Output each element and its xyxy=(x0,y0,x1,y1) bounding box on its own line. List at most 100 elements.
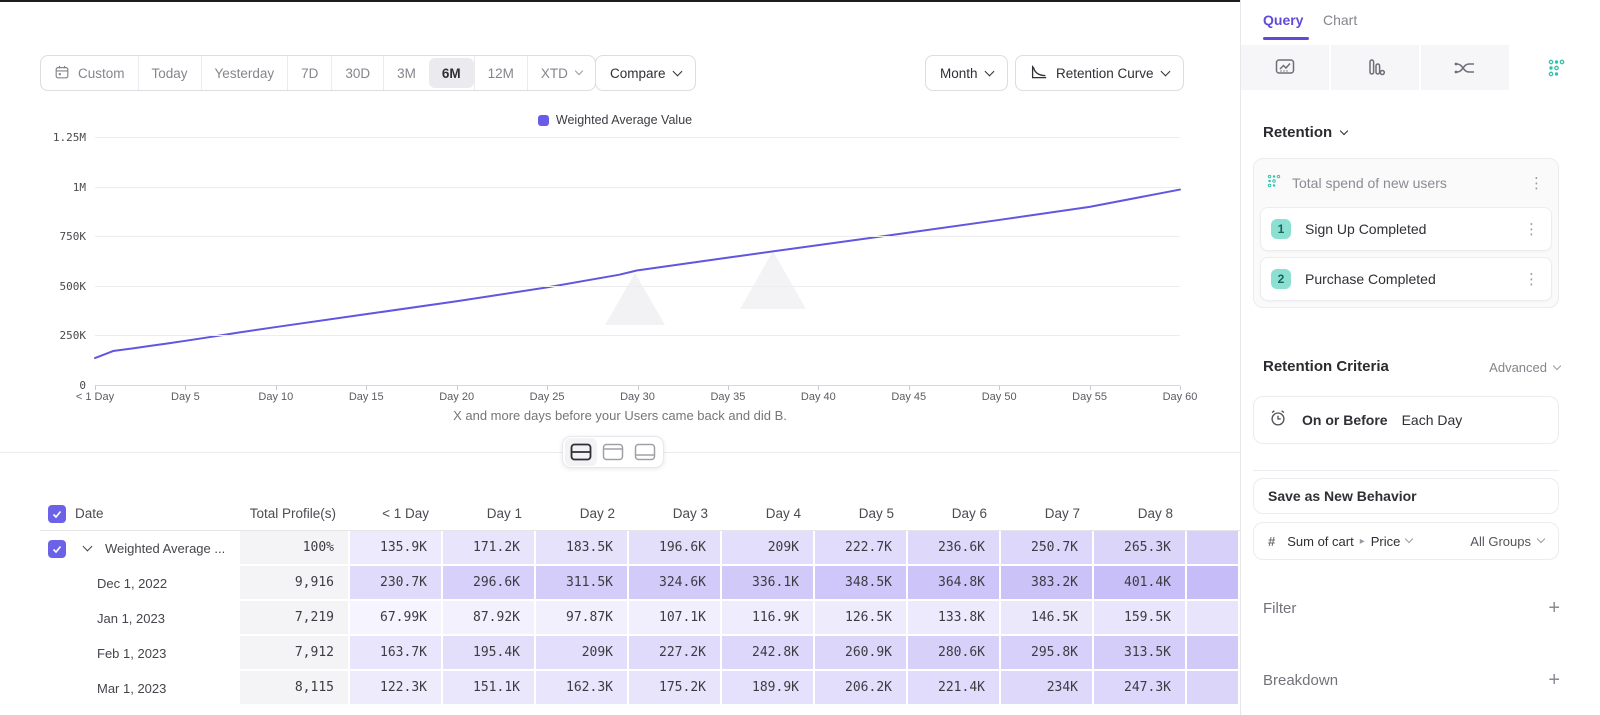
retention-value-cell: 196.6K xyxy=(629,531,722,566)
compare-button[interactable]: Compare xyxy=(595,55,696,91)
gridline xyxy=(95,187,1180,188)
row-checkbox[interactable] xyxy=(48,540,66,558)
row-checkbox[interactable] xyxy=(48,505,66,523)
x-axis-tick-label: Day 25 xyxy=(511,391,583,403)
retention-value-cell: 247.3K xyxy=(1094,671,1187,706)
retention-value-cell: 296.6K xyxy=(443,566,536,601)
breakdown-label: Breakdown xyxy=(1263,672,1338,689)
row-date-cell: Dec 1, 2022 xyxy=(40,566,240,601)
flows-icon[interactable] xyxy=(1421,45,1511,90)
kebab-menu-icon[interactable]: ⋮ xyxy=(1527,174,1546,192)
row-label: Weighted Average ... xyxy=(105,541,225,556)
gridline xyxy=(95,236,1180,237)
range-6m[interactable]: 6M xyxy=(429,58,474,88)
measure-property: Sum of cart xyxy=(1287,534,1353,549)
retention-value-cell: 295.8K xyxy=(1001,636,1094,671)
table-row: Jan 1, 20237,21967.99K87.92K97.87K107.1K… xyxy=(40,601,1240,636)
advanced-dropdown[interactable]: Advanced xyxy=(1489,360,1560,375)
tab-chart[interactable]: Chart xyxy=(1323,12,1357,28)
query-sidebar: Query Chart xyxy=(1240,0,1600,715)
chart-caption: X and more days before your Users came b… xyxy=(40,408,1200,423)
table-row: Feb 1, 20237,912163.7K195.4K209K227.2K24… xyxy=(40,636,1240,671)
kebab-menu-icon[interactable]: ⋮ xyxy=(1522,270,1541,288)
table-row: Mar 1, 20238,115122.3K151.1K162.3K175.2K… xyxy=(40,671,1240,706)
add-breakdown-button[interactable]: + xyxy=(1548,670,1560,690)
header-date: Date xyxy=(40,497,240,530)
behavior-step-2[interactable]: 2Purchase Completed⋮ xyxy=(1260,257,1552,301)
measure-card: # Sum of cart ▸ Price All Groups xyxy=(1253,522,1559,560)
range-yesterday[interactable]: Yesterday xyxy=(201,56,288,90)
row-date-cell: Mar 1, 2023 xyxy=(40,671,240,706)
retention-icon[interactable] xyxy=(1511,45,1600,90)
range-today[interactable]: Today xyxy=(138,56,201,90)
retention-value-cell: 122.3K xyxy=(350,671,443,706)
x-axis-tick-label: Day 45 xyxy=(873,391,945,403)
x-axis-tick xyxy=(457,386,458,390)
header-day-1: Day 1 xyxy=(443,497,536,530)
retention-criteria-label: Retention Criteria xyxy=(1263,358,1389,375)
retention-value-cell: 311.5K xyxy=(536,566,629,601)
retention-value-cell: 348.5K xyxy=(815,566,908,601)
insights-icon[interactable] xyxy=(1241,45,1331,90)
retention-value-cell-partial xyxy=(1187,636,1240,671)
y-axis-tick-label: 1M xyxy=(36,181,86,194)
range-3m[interactable]: 3M xyxy=(383,56,429,90)
chevron-down-icon xyxy=(1340,126,1348,134)
x-axis-tick xyxy=(728,386,729,390)
gridline xyxy=(95,286,1180,287)
range-30d[interactable]: 30D xyxy=(331,56,383,90)
x-axis-tick xyxy=(276,386,277,390)
retention-section-header[interactable]: Retention xyxy=(1263,124,1347,141)
granularity-select[interactable]: Month xyxy=(925,55,1008,91)
retention-value-cell: 146.5K xyxy=(1001,601,1094,636)
retention-value-cell: 260.9K xyxy=(815,636,908,671)
save-as-new-behavior-button[interactable]: Save as New Behavior xyxy=(1253,478,1559,514)
layout-split-view-button[interactable] xyxy=(565,438,597,466)
header-total-profile-s-: Total Profile(s) xyxy=(240,497,350,530)
retention-criteria-header: Retention Criteria xyxy=(1263,358,1389,375)
compare-label: Compare xyxy=(610,66,666,81)
retention-value-cell-partial xyxy=(1187,601,1240,636)
retention-value-cell: 159.5K xyxy=(1094,601,1187,636)
x-axis-tick-label: Day 50 xyxy=(963,391,1035,403)
tab-query[interactable]: Query xyxy=(1263,12,1303,28)
alarm-clock-icon xyxy=(1268,408,1288,433)
range-custom[interactable]: Custom xyxy=(41,56,138,90)
all-groups-dropdown[interactable]: All Groups xyxy=(1470,534,1544,549)
legend-swatch xyxy=(538,115,549,126)
retention-value-cell: 234K xyxy=(1001,671,1094,706)
gridline xyxy=(95,335,1180,336)
add-filter-button[interactable]: + xyxy=(1548,598,1560,618)
expand-chevron-icon[interactable] xyxy=(83,542,93,552)
x-axis-tick-label: Day 10 xyxy=(240,391,312,403)
granularity-label: Month xyxy=(940,66,978,81)
layout-toggle-group xyxy=(562,436,664,468)
behavior-title-row[interactable]: Total spend of new users ⋮ xyxy=(1260,165,1552,201)
legend-item-weighted-average[interactable]: Weighted Average Value xyxy=(40,113,1190,127)
layout-table-view-button[interactable] xyxy=(629,438,661,466)
on-or-before-row[interactable]: On or Before Each Day xyxy=(1254,397,1558,443)
weighted-average-line xyxy=(95,190,1180,358)
kebab-menu-icon[interactable]: ⋮ xyxy=(1522,220,1541,238)
funnels-icon[interactable] xyxy=(1331,45,1421,90)
layout-chart-view-button[interactable] xyxy=(597,438,629,466)
chart-type-select[interactable]: Retention Curve xyxy=(1015,55,1184,91)
breakdown-section: Breakdown + xyxy=(1263,670,1560,690)
header-day-6: Day 6 xyxy=(908,497,1001,530)
y-axis-tick-label: 1.25M xyxy=(36,131,86,144)
chevron-down-icon xyxy=(1405,535,1413,543)
toolbar: Custom TodayYesterday7D30D3M6M12MXTD Com… xyxy=(0,55,1240,91)
retention-section-label: Retention xyxy=(1263,124,1332,141)
retention-value-cell: 230.7K xyxy=(350,566,443,601)
range-12m[interactable]: 12M xyxy=(474,56,527,90)
range-xtd[interactable]: XTD xyxy=(527,56,595,90)
advanced-label: Advanced xyxy=(1489,360,1547,375)
retention-value-cell: 195.4K xyxy=(443,636,536,671)
arrow-right-icon: ▸ xyxy=(1360,536,1365,547)
range-7d[interactable]: 7D xyxy=(287,56,331,90)
behavior-step-1[interactable]: 1Sign Up Completed⋮ xyxy=(1260,207,1552,251)
x-axis-tick-label: Day 60 xyxy=(1144,391,1216,403)
x-axis-tick xyxy=(638,386,639,390)
behavior-title: Total spend of new users xyxy=(1292,175,1527,191)
measure-property-dropdown[interactable]: Sum of cart ▸ Price xyxy=(1287,534,1412,549)
